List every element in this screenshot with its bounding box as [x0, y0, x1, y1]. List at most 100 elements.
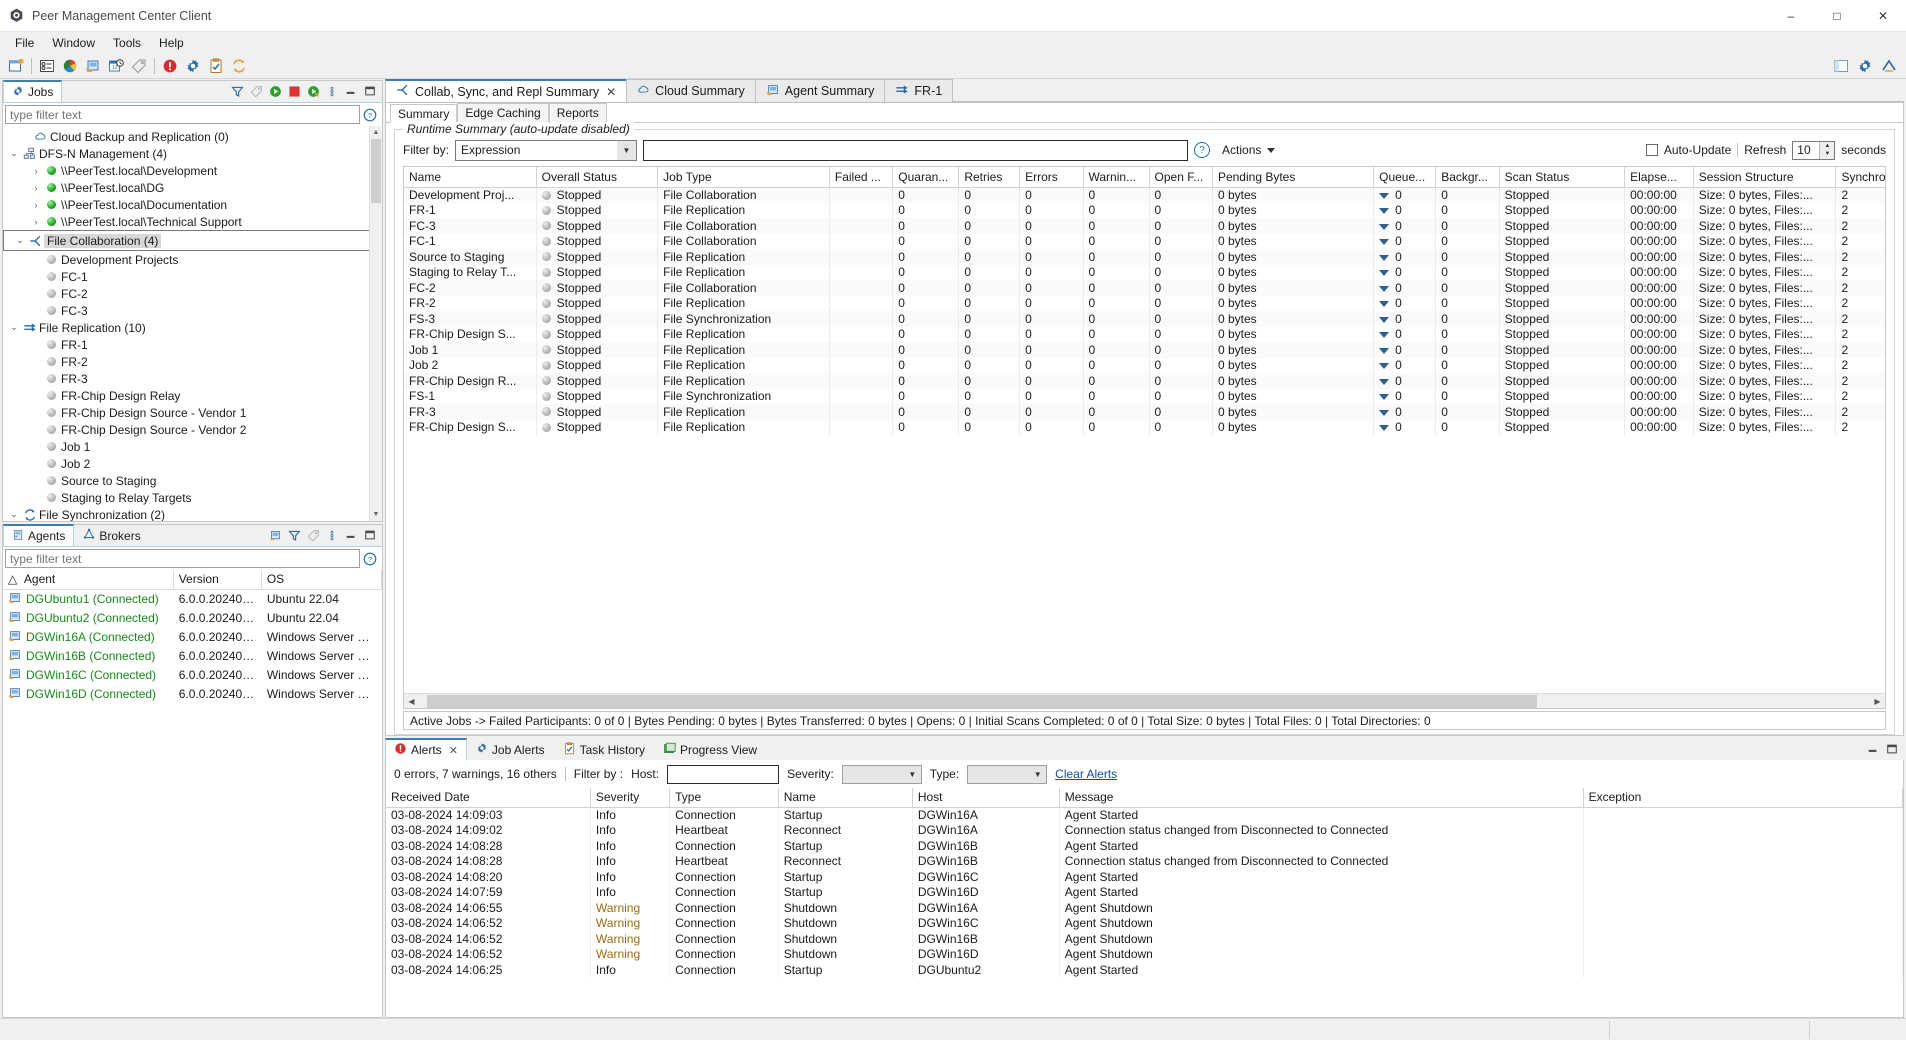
tree-twisty-icon[interactable]: ⌄ — [13, 235, 27, 246]
editor-tab-agent-summary[interactable]: Agent Summary — [755, 79, 886, 102]
alerts-table-row[interactable]: 03-08-2024 14:08:28InfoConnectionStartup… — [386, 838, 1903, 854]
jobs-tree-item[interactable]: FR-3 — [3, 370, 382, 387]
auto-update-checkbox[interactable] — [1646, 144, 1658, 156]
scroll-thumb[interactable] — [371, 139, 381, 203]
summary-table-row[interactable]: FS-1StoppedFile Synchronization000000 by… — [404, 389, 1885, 405]
editor-tab-cloud-summary[interactable]: Cloud Summary — [626, 79, 756, 102]
alerts-table-row[interactable]: 03-08-2024 14:06:52WarningConnectionShut… — [386, 916, 1903, 932]
agents-table-row[interactable]: DGUbuntu2 (Connected)6.0.0.20240308Ubunt… — [3, 609, 382, 628]
job-list-icon[interactable] — [36, 55, 58, 77]
tab-agents[interactable]: Agents — [3, 524, 74, 546]
filter-expression-input[interactable] — [643, 140, 1188, 161]
alerts-col-header[interactable]: Received Date — [386, 788, 590, 807]
jobs-tree-item[interactable]: ›\\PeerTest.local\Documentation — [3, 196, 382, 213]
chevron-down-icon[interactable]: ▼ — [904, 770, 921, 779]
task-history-icon[interactable] — [205, 55, 227, 77]
peer-perspective-icon[interactable] — [1878, 55, 1900, 77]
tree-twisty-icon[interactable]: › — [29, 183, 43, 193]
maximize-button[interactable]: □ — [1814, 0, 1860, 32]
summary-table-row[interactable]: FR-Chip Design R...StoppedFile Replicati… — [404, 373, 1885, 389]
jobs-tree-item[interactable]: Development Projects — [3, 251, 382, 268]
alerts-table-row[interactable]: 03-08-2024 14:06:25InfoConnectionStartup… — [386, 962, 1903, 978]
tab-brokers[interactable]: Brokers — [74, 524, 149, 546]
summary-col-header[interactable]: Session Structure — [1693, 167, 1836, 187]
chevron-down-icon[interactable]: ▼ — [617, 141, 636, 160]
scroll-down-icon[interactable]: ▼ — [370, 508, 382, 521]
hscroll-track[interactable] — [419, 695, 1870, 708]
jobs-tree-scrollbar[interactable]: ▲ ▼ — [369, 126, 382, 521]
new-job-icon[interactable] — [5, 55, 27, 77]
summary-col-header[interactable]: Job Type — [658, 167, 830, 187]
maximize-icon[interactable] — [362, 527, 378, 543]
alerts-col-header[interactable]: Host — [912, 788, 1059, 807]
tag-icon[interactable] — [305, 527, 321, 543]
jobs-tree-item[interactable]: Cloud Backup and Replication (0) — [3, 128, 382, 145]
close-icon[interactable]: ✕ — [606, 85, 616, 99]
alerts-table-row[interactable]: 03-08-2024 14:07:59InfoConnectionStartup… — [386, 885, 1903, 901]
summary-col-header[interactable]: Overall Status — [536, 167, 658, 187]
summary-table-row[interactable]: FR-Chip Design S...StoppedFile Replicati… — [404, 327, 1885, 343]
jobs-tree-item[interactable]: ⌄File Replication (10) — [3, 319, 382, 336]
minimize-icon[interactable] — [343, 83, 359, 99]
alerts-grid[interactable]: Received DateSeverityTypeNameHostMessage… — [386, 788, 1903, 1017]
jobs-tree-item[interactable]: ›\\PeerTest.local\DG — [3, 179, 382, 196]
jobs-tree-item[interactable]: ⌄DFS-N Management (4) — [3, 145, 382, 162]
agents-table-row[interactable]: DGUbuntu1 (Connected)6.0.0.20240308Ubunt… — [3, 589, 382, 609]
jobs-tree-item[interactable]: ⌄File Collaboration (4) — [3, 230, 382, 251]
editor-tab-collab-sync-and-repl-summary[interactable]: Collab, Sync, and Repl Summary✕ — [385, 79, 627, 102]
actions-button[interactable]: Actions — [1216, 141, 1281, 159]
alerts-table-row[interactable]: 03-08-2024 14:06:52WarningConnectionShut… — [386, 947, 1903, 963]
summary-col-header[interactable]: Synchronization Pr... — [1836, 167, 1885, 187]
menu-tools[interactable]: Tools — [104, 34, 150, 52]
jobs-tree-item[interactable]: Staging to Relay Targets — [3, 489, 382, 506]
alerts-table-row[interactable]: 03-08-2024 14:06:52WarningConnectionShut… — [386, 931, 1903, 947]
jobs-tree-item[interactable]: FR-Chip Design Source - Vendor 1 — [3, 404, 382, 421]
summary-col-header[interactable]: Failed ... — [829, 167, 892, 187]
agents-table-row[interactable]: DGWin16C (Connected)6.0.0.20240308Window… — [3, 666, 382, 685]
alerts-tab-job-alerts[interactable]: Job Alerts — [467, 738, 554, 760]
summary-table-row[interactable]: FR-Chip Design S...StoppedFile Replicati… — [404, 420, 1885, 436]
jobs-tree-item[interactable]: ›\\PeerTest.local\Development — [3, 162, 382, 179]
summary-col-header[interactable]: Pending Bytes — [1212, 167, 1373, 187]
summary-col-header[interactable]: Warnin... — [1083, 167, 1149, 187]
alerts-tab-progress-view[interactable]: Progress View — [654, 738, 766, 760]
alerts-icon[interactable] — [159, 55, 181, 77]
restart-job-icon[interactable] — [305, 83, 321, 99]
view-menu-icon[interactable] — [324, 527, 340, 543]
jobs-tree-item[interactable]: FR-Chip Design Relay — [3, 387, 382, 404]
alerts-col-header[interactable]: Type — [670, 788, 779, 807]
agents-icon[interactable] — [82, 55, 104, 77]
maximize-icon[interactable] — [1884, 741, 1900, 757]
alerts-table-row[interactable]: 03-08-2024 14:08:28InfoHeartbeatReconnec… — [386, 854, 1903, 870]
help-icon[interactable]: ? — [360, 552, 380, 566]
editor-tab-fr-1[interactable]: FR-1 — [884, 79, 953, 102]
tag-icon[interactable] — [128, 55, 150, 77]
preferences-gear-icon[interactable] — [182, 55, 204, 77]
scroll-up-icon[interactable]: ▲ — [370, 126, 382, 139]
jobs-tree-item[interactable]: ›\\PeerTest.local\Technical Support — [3, 213, 382, 230]
summary-table-row[interactable]: FR-2StoppedFile Replication000000 bytes0… — [404, 296, 1885, 312]
agents-table-row[interactable]: DGWin16A (Connected)6.0.0.20240308Window… — [3, 628, 382, 647]
summary-grid[interactable]: NameOverall StatusJob TypeFailed ...Quar… — [403, 166, 1886, 709]
alerts-type-select[interactable]: ▼ — [967, 765, 1047, 784]
summary-col-header[interactable]: Queue... — [1374, 167, 1436, 187]
agents-table[interactable]: △ Agent Version OS DGUbuntu1 (Connected)… — [3, 570, 382, 1017]
alerts-host-input[interactable] — [667, 765, 779, 784]
perspective-icon[interactable] — [1830, 55, 1852, 77]
alerts-col-header[interactable]: Message — [1059, 788, 1583, 807]
agents-table-row[interactable]: DGWin16D (Connected)6.0.0.20240308Window… — [3, 685, 382, 704]
color-palette-icon[interactable] — [59, 55, 81, 77]
jobs-tree-item[interactable]: FR-2 — [3, 353, 382, 370]
filter-icon[interactable] — [286, 527, 302, 543]
inner-tab-edge-caching[interactable]: Edge Caching — [457, 103, 548, 122]
agents-col-os[interactable]: OS — [261, 570, 381, 589]
agents-col-version[interactable]: Version — [173, 570, 261, 589]
summary-col-header[interactable]: Elapse... — [1625, 167, 1694, 187]
agents-table-row[interactable]: DGWin16B (Connected)6.0.0.20240308Window… — [3, 647, 382, 666]
summary-table-row[interactable]: Job 1StoppedFile Replication000000 bytes… — [404, 342, 1885, 358]
summary-table-row[interactable]: Development Proj...StoppedFile Collabora… — [404, 187, 1885, 203]
alerts-col-header[interactable]: Severity — [590, 788, 669, 807]
agents-col-agent[interactable]: △ Agent — [3, 570, 173, 589]
summary-col-header[interactable]: Errors — [1020, 167, 1083, 187]
alerts-table-row[interactable]: 03-08-2024 14:06:55WarningConnectionShut… — [386, 900, 1903, 916]
